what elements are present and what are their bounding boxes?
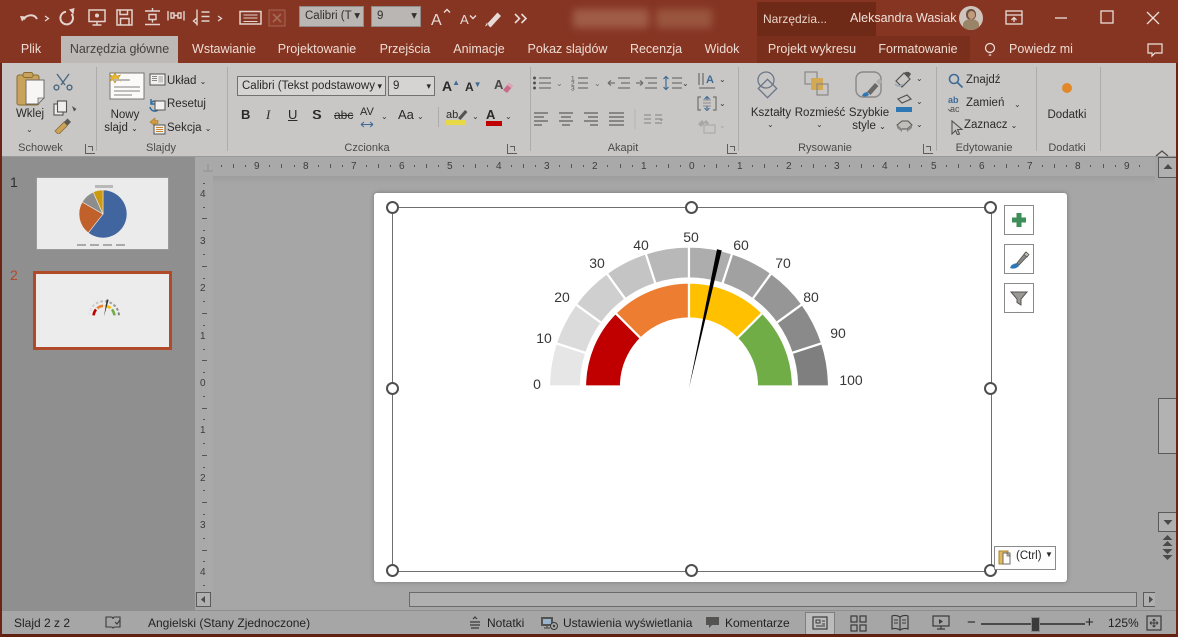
- svg-text:A: A: [460, 12, 469, 27]
- svg-text:A: A: [431, 12, 442, 29]
- svg-text:A: A: [706, 74, 714, 86]
- svg-text:A: A: [486, 107, 496, 122]
- svg-text:ab: ab: [446, 109, 458, 121]
- svg-text:A: A: [494, 77, 504, 92]
- svg-text:3: 3: [571, 86, 575, 93]
